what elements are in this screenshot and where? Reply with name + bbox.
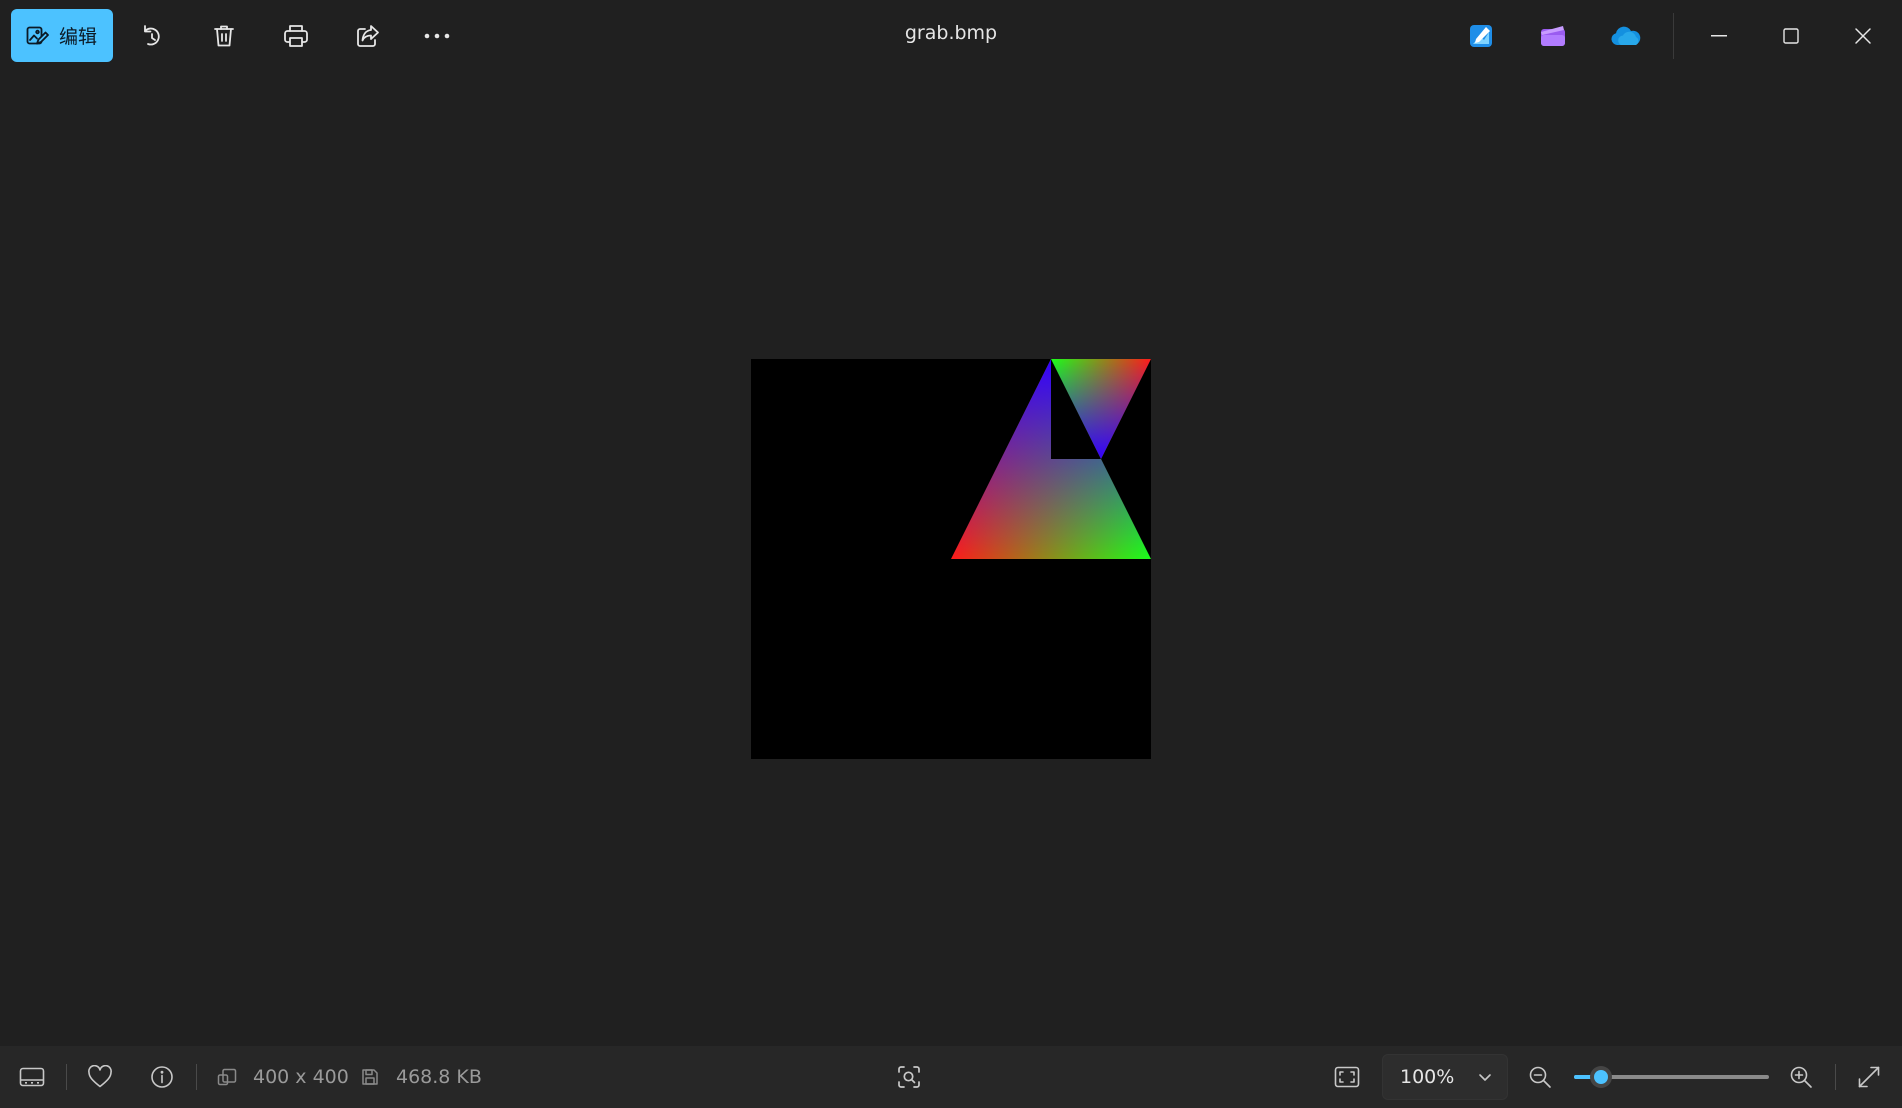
edit-button-label: 编辑 [59, 26, 98, 48]
save-disk-icon [361, 1068, 379, 1086]
info-icon [150, 1065, 174, 1089]
dimensions-icon-holder [214, 1046, 240, 1108]
file-info-button[interactable] [139, 1046, 185, 1108]
clipchamp-app-icon [1539, 23, 1567, 49]
onedrive-cloud-icon [1609, 25, 1641, 47]
zoom-in-icon [1789, 1065, 1813, 1089]
zoom-out-icon [1528, 1065, 1552, 1089]
onedrive-button[interactable] [1607, 18, 1643, 54]
close-icon [1854, 27, 1872, 45]
displayed-image[interactable] [751, 359, 1151, 759]
fit-to-window-icon [1334, 1066, 1360, 1088]
rotate-icon [139, 23, 165, 49]
fit-to-window-button[interactable] [1324, 1046, 1370, 1108]
dimensions-icon [217, 1068, 237, 1086]
designer-app-icon [1468, 23, 1494, 49]
zoom-slider[interactable] [1574, 1066, 1769, 1088]
file-size: 468.8 KB [396, 1066, 482, 1088]
delete-button[interactable] [199, 13, 249, 59]
share-button[interactable] [343, 13, 393, 59]
more-options-button[interactable] [412, 13, 462, 59]
share-icon [355, 23, 381, 49]
edit-button[interactable]: 编辑 [11, 9, 113, 62]
zoom-level-value: 100% [1400, 1066, 1455, 1088]
close-button[interactable] [1827, 0, 1899, 72]
more-icon [423, 32, 451, 40]
image-viewer-canvas[interactable] [0, 72, 1902, 1046]
fullscreen-icon [1857, 1065, 1881, 1089]
status-separator [196, 1064, 197, 1090]
rotate-button[interactable] [127, 13, 177, 59]
minimize-icon [1711, 35, 1727, 37]
minimize-button[interactable] [1683, 0, 1755, 72]
status-separator [66, 1064, 67, 1090]
zoom-out-button[interactable] [1517, 1046, 1563, 1108]
clipchamp-app-button[interactable] [1535, 18, 1571, 54]
photos-app-window: 编辑 grab.bmp 400 x 400 468.8 KB 100% [0, 0, 1902, 1108]
trash-icon [211, 23, 237, 49]
print-icon [282, 23, 310, 49]
visual-search-icon [896, 1064, 922, 1090]
zoom-slider-thumb[interactable] [1590, 1066, 1613, 1088]
bottom-status-bar: 400 x 400 468.8 KB 100% [0, 1046, 1902, 1108]
status-separator [1835, 1064, 1836, 1090]
print-button[interactable] [271, 13, 321, 59]
chevron-down-icon [1477, 1069, 1493, 1085]
filmstrip-icon [19, 1067, 45, 1087]
file-size-icon-holder [358, 1046, 382, 1108]
zoom-level-dropdown[interactable]: 100% [1382, 1054, 1508, 1100]
filmstrip-button[interactable] [9, 1046, 55, 1108]
edit-image-icon [25, 24, 49, 48]
title-toolbar: 编辑 grab.bmp [0, 0, 1902, 72]
fullscreen-button[interactable] [1846, 1046, 1892, 1108]
file-name: grab.bmp [904, 22, 998, 44]
designer-app-button[interactable] [1463, 18, 1499, 54]
visual-search-button[interactable] [886, 1046, 932, 1108]
titlebar-separator [1673, 13, 1674, 59]
maximize-button[interactable] [1755, 0, 1827, 72]
maximize-icon [1783, 28, 1799, 44]
image-dimensions: 400 x 400 [253, 1066, 349, 1088]
favorite-button[interactable] [77, 1046, 123, 1108]
zoom-in-button[interactable] [1778, 1046, 1824, 1108]
heart-icon [87, 1065, 113, 1089]
